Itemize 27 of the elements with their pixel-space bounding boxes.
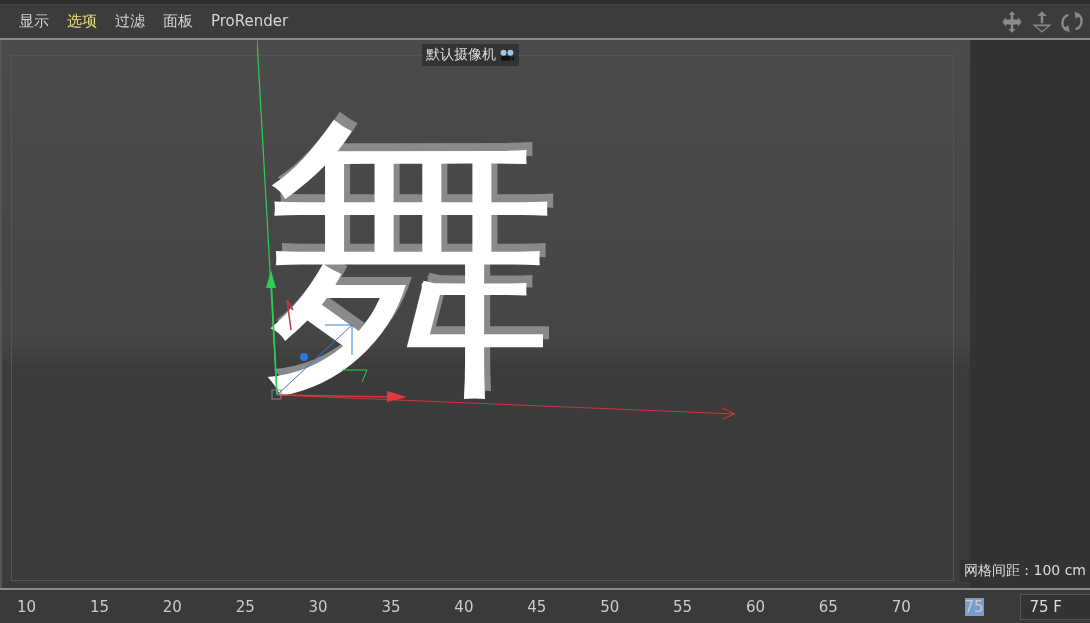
up-arrow-icon[interactable] bbox=[1030, 9, 1054, 34]
current-frame-marker: 75 bbox=[964, 597, 984, 616]
menu-item[interactable]: ProRender bbox=[202, 12, 298, 31]
frame-number: 20 bbox=[162, 597, 182, 616]
menu-item[interactable]: 显示 bbox=[10, 12, 58, 31]
menu-item[interactable]: 面板 bbox=[154, 12, 202, 31]
menu-item[interactable]: 选项 bbox=[58, 12, 106, 31]
frame-number: 15 bbox=[89, 597, 109, 616]
frame-number: 60 bbox=[745, 597, 765, 616]
frame-number: 50 bbox=[600, 597, 620, 616]
frame-number: 40 bbox=[454, 597, 474, 616]
menu-item[interactable]: 过滤 bbox=[106, 12, 154, 31]
camera-icon bbox=[499, 48, 515, 62]
frame-field[interactable]: 75 F bbox=[1020, 593, 1090, 620]
frame-number: 25 bbox=[235, 597, 255, 616]
frame-number: 10 bbox=[17, 597, 37, 616]
frame-number: 45 bbox=[527, 597, 547, 616]
frame-number: 30 bbox=[308, 597, 328, 616]
frame-number: 65 bbox=[818, 597, 838, 616]
3d-text-object[interactable]: 舞 bbox=[260, 110, 560, 410]
move-arrows-icon[interactable] bbox=[1000, 9, 1024, 34]
rotate-icon[interactable] bbox=[1060, 9, 1084, 34]
frame-number: 55 bbox=[673, 597, 693, 616]
frame-number: 35 bbox=[381, 597, 401, 616]
timeline-ruler[interactable]: 10 15 20 25 30 35 40 45 50 55 60 65 70 75 75 F bbox=[0, 588, 1090, 623]
camera-label[interactable]: 默认摄像机 bbox=[422, 44, 519, 66]
frame-number: 70 bbox=[891, 597, 911, 616]
